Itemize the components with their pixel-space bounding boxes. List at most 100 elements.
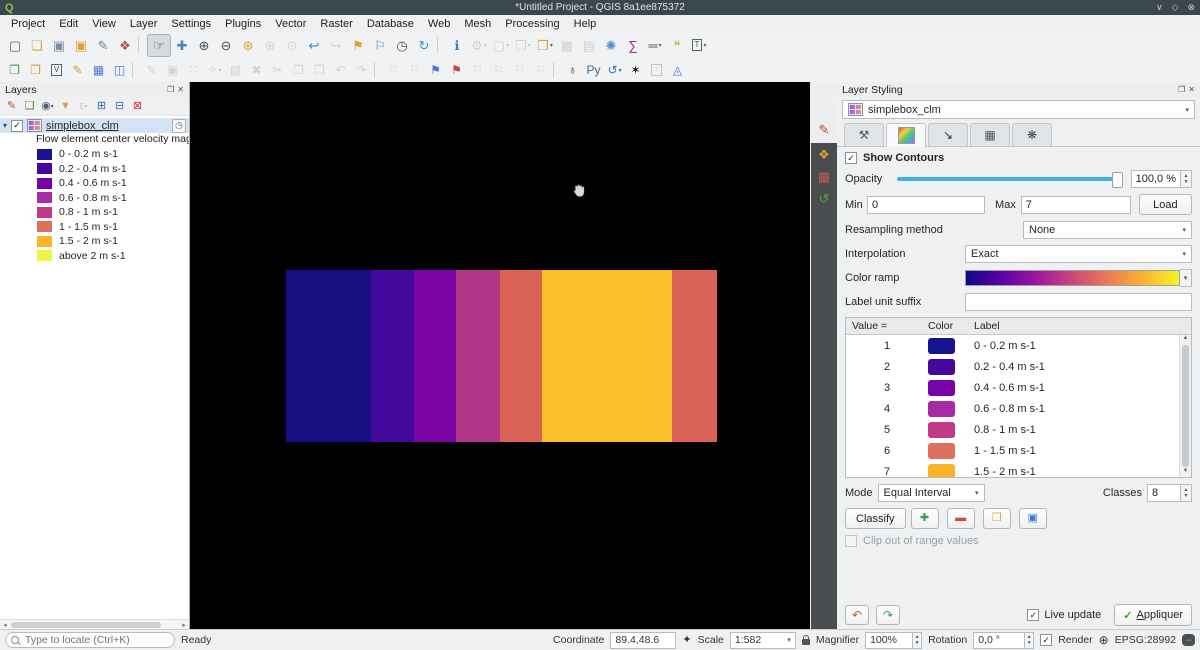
menu-item[interactable]: Layer: [123, 17, 165, 31]
classes-spinner[interactable]: 8: [1147, 484, 1181, 502]
labels-strip-icon[interactable]: ▦: [811, 165, 837, 187]
class-label[interactable]: 0.4 - 0.6 m s-1: [974, 382, 1180, 394]
open-styling-panel-icon[interactable]: ✎: [3, 98, 20, 114]
legend-item[interactable]: 0.6 - 0.8 m s-1: [0, 191, 189, 206]
crs-status[interactable]: EPSG:28992: [1115, 634, 1176, 646]
float-panel-icon[interactable]: ❐: [1178, 85, 1185, 94]
scroll-right-icon[interactable]: ▸: [180, 621, 188, 629]
class-value[interactable]: 4: [846, 403, 928, 415]
menu-item[interactable]: Edit: [52, 17, 85, 31]
tab-rendering[interactable]: ▦: [970, 123, 1010, 146]
add-feature-icon[interactable]: ∷: [183, 60, 204, 81]
toggle-editing-icon[interactable]: ✎: [141, 60, 162, 81]
class-label[interactable]: 1 - 1.5 m s-1: [974, 445, 1180, 457]
close-panel-icon[interactable]: ✕: [1188, 85, 1195, 94]
spinner-arrows[interactable]: ▲▼: [913, 632, 922, 649]
open-attribute-table-icon[interactable]: ▦: [556, 35, 578, 56]
clip-out-of-range-checkbox[interactable]: [845, 535, 857, 547]
new-project-icon[interactable]: ▢: [4, 35, 26, 56]
style-manager-icon[interactable]: ❖: [114, 35, 136, 56]
expand-all-icon[interactable]: ⊞: [93, 98, 110, 114]
tab-vectors[interactable]: ↘: [928, 123, 968, 146]
change-label-icon[interactable]: ⚐: [509, 60, 530, 81]
spinner-arrows[interactable]: ▲▼: [1025, 632, 1034, 649]
resampling-method-dropdown[interactable]: None ▾: [1023, 221, 1192, 239]
style-redo-button[interactable]: ↷: [876, 605, 900, 625]
locator-search[interactable]: [5, 632, 175, 648]
layer-visibility-checkbox[interactable]: ✓: [11, 120, 23, 132]
class-color-swatch[interactable]: [928, 401, 955, 417]
mesh-calculator-icon[interactable]: ◬: [667, 60, 688, 81]
deselect-all-layers-icon[interactable]: ❒: [534, 35, 556, 56]
class-color-swatch[interactable]: [928, 359, 955, 375]
class-color-swatch[interactable]: [928, 380, 955, 396]
pan-to-selection-icon[interactable]: ✚: [171, 35, 193, 56]
zoom-to-selection-icon[interactable]: ⊕: [259, 35, 281, 56]
open-project-icon[interactable]: ❏: [26, 35, 48, 56]
redo-icon[interactable]: ↷: [351, 60, 372, 81]
class-label[interactable]: 0 - 0.2 m s-1: [974, 340, 1180, 352]
new-scratch-layer-icon[interactable]: ▦: [88, 60, 109, 81]
copy-features-icon[interactable]: ❐: [288, 60, 309, 81]
menu-item[interactable]: Raster: [313, 17, 359, 31]
select-features-icon[interactable]: ▢: [490, 35, 512, 56]
opacity-value[interactable]: 100,0 %: [1131, 170, 1181, 188]
processing-toolbox-icon[interactable]: ✺: [600, 35, 622, 56]
coordinate-input[interactable]: 89.4,48.6: [610, 632, 676, 649]
new-bookmark-icon[interactable]: ⚑: [347, 35, 369, 56]
move-label-icon[interactable]: ⚐: [467, 60, 488, 81]
menu-item[interactable]: Mesh: [457, 17, 498, 31]
expand-caret-icon[interactable]: ▾: [3, 121, 7, 130]
min-input[interactable]: [867, 196, 985, 214]
live-update-checkbox[interactable]: ✓: [1027, 609, 1039, 621]
new-virtual-layer-icon[interactable]: V: [46, 60, 67, 81]
mouse-tracking-icon[interactable]: ✦: [682, 635, 691, 646]
change-label-properties-icon[interactable]: ⚐: [530, 60, 551, 81]
menu-item[interactable]: Project: [4, 17, 52, 31]
apply-button[interactable]: ✓ Appliquer: [1114, 604, 1192, 626]
table-row[interactable]: 6 1 - 1.5 m s-1: [846, 440, 1180, 461]
class-label[interactable]: 0.8 - 1 m s-1: [974, 424, 1180, 436]
class-label[interactable]: 0.6 - 0.8 m s-1: [974, 403, 1180, 415]
save-classes-button[interactable]: ▣: [1019, 508, 1047, 529]
class-value[interactable]: 6: [846, 445, 928, 457]
quickmapservices-icon[interactable]: ♁: [562, 60, 583, 81]
table-vertical-scrollbar[interactable]: ▲ ▼: [1179, 335, 1191, 477]
identify-features-icon[interactable]: ℹ: [446, 35, 468, 56]
python-console-icon[interactable]: Py: [583, 60, 604, 81]
modify-attributes-icon[interactable]: ▧: [225, 60, 246, 81]
measure-line-icon[interactable]: ═: [644, 35, 666, 56]
color-ramp-preview[interactable]: [965, 270, 1180, 286]
add-group-icon[interactable]: ❏: [21, 98, 38, 114]
legend-item[interactable]: 1.5 - 2 m s-1: [0, 234, 189, 249]
spinner-arrows[interactable]: ▲▼: [1181, 170, 1192, 188]
new-mesh-layer-icon[interactable]: ◫: [109, 60, 130, 81]
lock-scale-icon[interactable]: [802, 639, 810, 645]
slider-handle[interactable]: [1112, 172, 1123, 188]
highlight-pinned-labels-icon[interactable]: ⚐: [383, 60, 404, 81]
new-shapefile-layer-icon[interactable]: ❒: [25, 60, 46, 81]
table-row[interactable]: 5 0.8 - 1 m s-1: [846, 419, 1180, 440]
maximize-button[interactable]: ◇: [1172, 3, 1179, 12]
magnifier-spinner[interactable]: 100%: [865, 632, 913, 649]
label-unit-suffix-input[interactable]: [965, 293, 1192, 311]
undo-icon[interactable]: ↶: [330, 60, 351, 81]
processing-history-icon[interactable]: ↺: [604, 60, 625, 81]
layer-labeling-icon[interactable]: ⚑: [425, 60, 446, 81]
run-feature-action-icon[interactable]: ⚙: [468, 35, 490, 56]
class-value[interactable]: 1: [846, 340, 928, 352]
refresh-map-icon[interactable]: ↻: [413, 35, 435, 56]
filter-by-expression-icon[interactable]: ε: [75, 98, 92, 114]
map-canvas[interactable]: [190, 82, 810, 630]
table-row[interactable]: 4 0.6 - 0.8 m s-1: [846, 398, 1180, 419]
save-layer-edits-icon[interactable]: ▣: [162, 60, 183, 81]
class-value[interactable]: 7: [846, 466, 928, 478]
mode-dropdown[interactable]: Equal Interval ▾: [878, 484, 985, 502]
menu-item[interactable]: Settings: [164, 17, 218, 31]
vertex-tool-icon[interactable]: ✧: [204, 60, 225, 81]
add-class-button[interactable]: ✚: [911, 508, 939, 529]
attribute-dialog-icon[interactable]: ▤: [578, 35, 600, 56]
table-row[interactable]: 2 0.2 - 0.4 m s-1: [846, 356, 1180, 377]
legend-item[interactable]: 1 - 1.5 m s-1: [0, 220, 189, 235]
zoom-next-icon[interactable]: ↪: [325, 35, 347, 56]
